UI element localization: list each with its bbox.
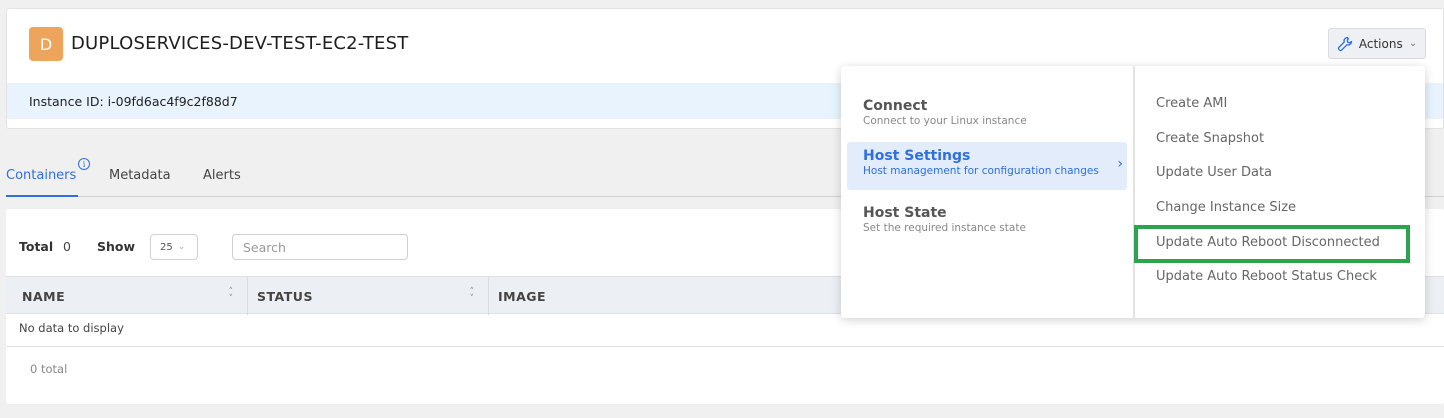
- actions-dropdown-menu: Connect Connect to your Linux instance H…: [841, 66, 1425, 318]
- submenu-change-instance-size[interactable]: Change Instance Size: [1156, 200, 1296, 215]
- column-label: STATUS: [257, 288, 313, 304]
- menu-item-connect[interactable]: Connect Connect to your Linux instance: [847, 92, 1127, 140]
- menu-item-host-state[interactable]: Host State Set the required instance sta…: [847, 199, 1127, 247]
- menu-item-title: Connect: [863, 98, 928, 114]
- tab-containers[interactable]: Containers: [6, 168, 76, 183]
- divider: [6, 346, 1444, 347]
- column-label: IMAGE: [498, 288, 547, 304]
- tab-metadata[interactable]: Metadata: [109, 168, 171, 183]
- menu-item-subtitle: Set the required instance state: [863, 222, 1026, 234]
- chevron-down-icon: ⌄: [177, 242, 186, 252]
- menu-item-subtitle: Connect to your Linux instance: [863, 115, 1027, 127]
- actions-button[interactable]: Actions ⌄: [1328, 28, 1426, 59]
- active-tab-indicator: [6, 195, 78, 197]
- info-icon[interactable]: i: [78, 158, 90, 170]
- empty-state-text: No data to display: [19, 321, 124, 335]
- submenu-create-ami[interactable]: Create AMI: [1156, 96, 1227, 111]
- footer-total: 0 total: [30, 362, 68, 376]
- submenu-update-user-data[interactable]: Update User Data: [1156, 165, 1272, 180]
- submenu-create-snapshot[interactable]: Create Snapshot: [1156, 131, 1264, 146]
- avatar: D: [29, 27, 63, 61]
- sort-icon[interactable]: ˄ ˅: [227, 288, 235, 304]
- tab-alerts[interactable]: Alerts: [203, 168, 241, 183]
- page-title: DUPLOSERVICES-DEV-TEST-EC2-TEST: [71, 33, 409, 54]
- highlight-box: [1134, 225, 1410, 263]
- sort-icon[interactable]: ˄ ˅: [468, 288, 476, 304]
- chevron-right-icon: ›: [1117, 156, 1123, 172]
- total-count: 0: [63, 239, 71, 254]
- menu-item-title: Host State: [863, 205, 947, 221]
- menu-item-title: Host Settings: [863, 148, 971, 164]
- search-input[interactable]: [232, 234, 408, 260]
- total-label: Total: [19, 239, 54, 254]
- wrench-icon: [1337, 36, 1353, 51]
- page-size-select[interactable]: 25 ⌄: [150, 234, 198, 260]
- column-header-image[interactable]: IMAGE: [489, 277, 841, 315]
- column-label: NAME: [22, 288, 66, 304]
- menu-divider: [1133, 66, 1135, 318]
- page-size-value: 25: [160, 241, 173, 253]
- menu-item-host-settings[interactable]: Host Settings Host management for config…: [847, 142, 1127, 190]
- menu-item-subtitle: Host management for configuration change…: [863, 165, 1099, 177]
- chevron-down-icon: ⌄: [1408, 38, 1418, 49]
- column-header-status[interactable]: STATUS ˄ ˅: [248, 277, 489, 315]
- submenu-update-auto-reboot-status-check[interactable]: Update Auto Reboot Status Check: [1156, 269, 1377, 284]
- actions-label: Actions: [1358, 36, 1403, 51]
- show-label: Show: [97, 239, 136, 254]
- column-header-name[interactable]: NAME ˄ ˅: [6, 277, 248, 315]
- instance-id: Instance ID: i-09fd6ac4f9c2f88d7: [29, 93, 238, 109]
